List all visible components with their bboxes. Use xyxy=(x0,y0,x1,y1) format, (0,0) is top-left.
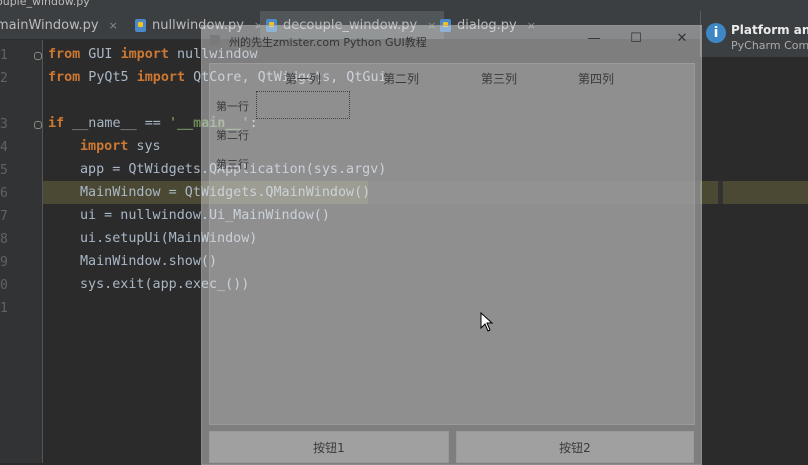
column-header[interactable]: 第二列 xyxy=(383,70,419,87)
selected-cell[interactable] xyxy=(256,91,350,119)
line-number: 4 xyxy=(0,140,8,155)
line-number: 7 xyxy=(0,209,8,224)
table-widget[interactable]: 第一列 第二列 第三列 第四列 第一行 第二行 第三行 xyxy=(209,63,695,425)
tab-label: mainWindow.py xyxy=(0,17,99,33)
keyword: import xyxy=(136,70,186,85)
row-header[interactable]: 第一行 xyxy=(216,98,249,114)
code-text: sys xyxy=(128,139,161,154)
line-number: 1 xyxy=(0,48,8,63)
button-2[interactable]: 按钮2 xyxy=(456,431,694,463)
button-1[interactable]: 按钮1 xyxy=(209,431,449,463)
close-icon[interactable]: × xyxy=(109,19,118,32)
info-icon: i xyxy=(706,23,726,43)
notification-title: Platform and xyxy=(731,23,808,37)
python-file-icon xyxy=(135,18,146,32)
close-button[interactable]: ✕ xyxy=(672,30,692,48)
line-number: 5 xyxy=(0,163,8,178)
tab-mainwindow[interactable]: mainWindow.py × xyxy=(0,11,118,39)
code-line-10: MainWindow.show() xyxy=(80,254,218,269)
code-text: __name__ == xyxy=(64,116,169,131)
ide-title-bar: ouple_window.py xyxy=(0,0,808,11)
column-header[interactable]: 第一列 xyxy=(285,70,321,87)
line-number: 2 xyxy=(0,71,8,86)
notification-subtitle: PyCharm Comm xyxy=(731,39,808,52)
line-number-gutter: 1 2 3 4 5 6 7 8 9 0 1 xyxy=(0,40,43,463)
caret-line-marker xyxy=(723,181,808,204)
qt-title-bar[interactable]: 州的先生zmister.com Python GUI教程 — ☐ ✕ xyxy=(202,26,701,54)
code-text: PyQt5 xyxy=(80,70,137,85)
column-header[interactable]: 第三列 xyxy=(481,70,517,87)
keyword: import xyxy=(80,139,129,154)
line-number: 1 xyxy=(0,301,8,316)
fold-icon[interactable] xyxy=(34,52,42,60)
line-number: 6 xyxy=(0,186,8,201)
code-text: GUI xyxy=(80,47,121,62)
line-number: 9 xyxy=(0,255,8,270)
column-header[interactable]: 第四列 xyxy=(578,70,614,87)
line-number: 3 xyxy=(0,117,8,132)
code-line-5: import sys xyxy=(80,139,161,154)
fold-icon[interactable] xyxy=(34,121,42,129)
qt-main-window[interactable]: 州的先生zmister.com Python GUI教程 — ☐ ✕ 第一列 第… xyxy=(201,25,702,465)
minimize-button[interactable]: — xyxy=(584,30,604,48)
ide-title: ouple_window.py xyxy=(0,0,90,8)
row-header[interactable]: 第二行 xyxy=(216,127,249,143)
notification-balloon[interactable]: i Platform and PyCharm Comm xyxy=(700,11,808,57)
mouse-cursor-icon xyxy=(480,312,494,332)
maximize-button[interactable]: ☐ xyxy=(626,30,646,48)
keyword: from xyxy=(48,47,81,62)
caret-line-marker xyxy=(700,181,718,204)
line-number: 8 xyxy=(0,232,8,247)
keyword: import xyxy=(120,47,169,62)
qt-window-title: 州的先生zmister.com Python GUI教程 xyxy=(229,36,427,49)
row-header[interactable]: 第三行 xyxy=(216,156,249,172)
line-number: 0 xyxy=(0,278,8,293)
app-icon xyxy=(210,35,220,45)
keyword: if xyxy=(48,116,65,131)
keyword: from xyxy=(48,70,81,85)
